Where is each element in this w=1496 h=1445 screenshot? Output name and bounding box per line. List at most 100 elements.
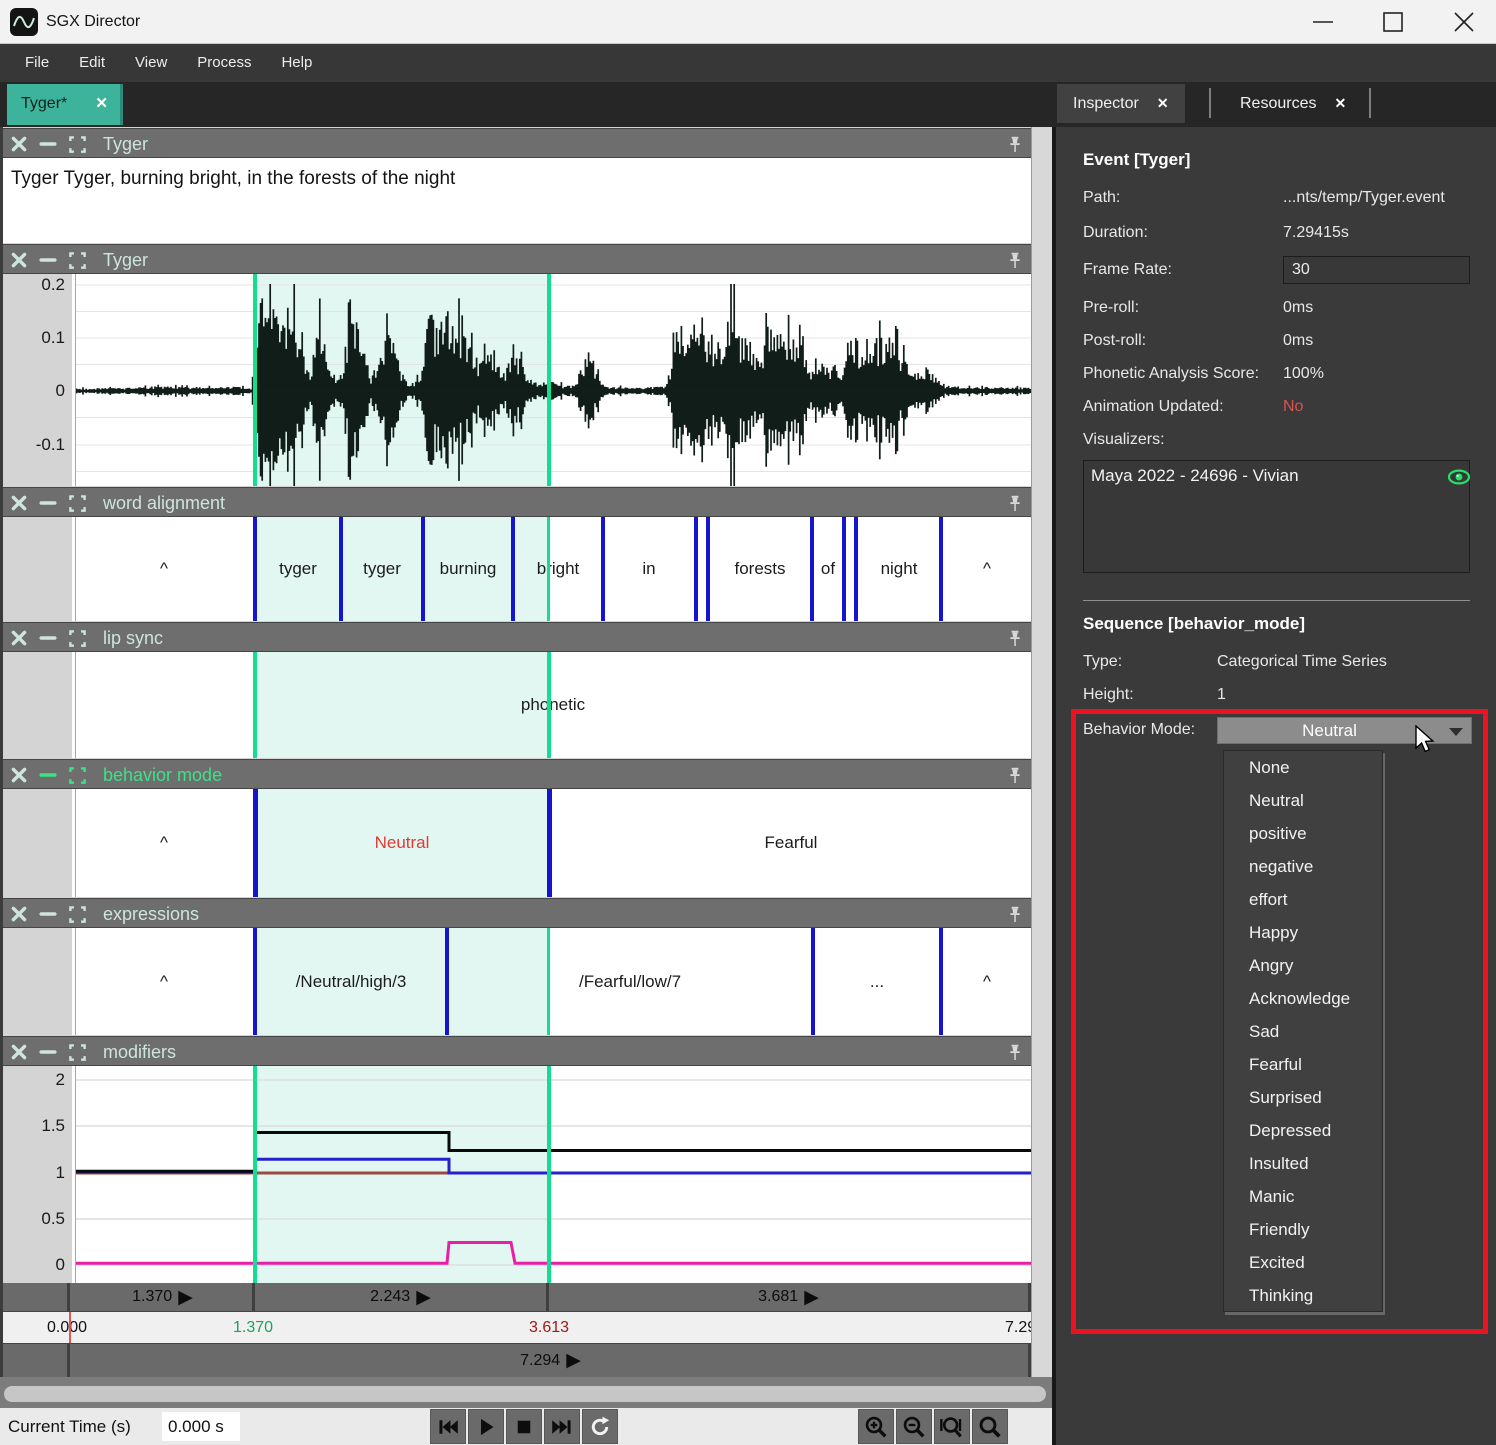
- play-button[interactable]: [468, 1409, 504, 1444]
- track-minimize-icon[interactable]: [37, 488, 59, 518]
- segment-play-icon[interactable]: ▶: [416, 1288, 431, 1307]
- segment-boundary-line[interactable]: [445, 928, 449, 1035]
- segment-boundary-line[interactable]: [339, 517, 343, 621]
- timeline-segment-row[interactable]: 1.370▶2.243▶3.681▶: [3, 1283, 1031, 1311]
- track-minimize-icon[interactable]: [37, 1037, 59, 1067]
- segment-boundary-line[interactable]: [511, 517, 515, 621]
- segment-boundary-line[interactable]: [810, 517, 814, 621]
- segment-boundary-line[interactable]: [601, 517, 605, 621]
- skip-start-button[interactable]: [430, 1409, 466, 1444]
- menu-help[interactable]: Help: [266, 44, 327, 82]
- segment-play-icon[interactable]: ▶: [804, 1288, 819, 1307]
- track-close-icon[interactable]: [9, 245, 29, 275]
- pin-icon[interactable]: [1005, 623, 1025, 653]
- menu-view[interactable]: View: [120, 44, 182, 82]
- segment-play-icon[interactable]: ▶: [566, 1351, 581, 1370]
- track-minimize-icon[interactable]: [37, 899, 59, 929]
- segment-boundary-line[interactable]: [421, 517, 425, 621]
- waveform-plot: [75, 274, 1031, 486]
- skip-end-button[interactable]: [544, 1409, 580, 1444]
- track-behavior-content[interactable]: ^NeutralFearful: [3, 789, 1031, 897]
- current-time-input[interactable]: [162, 1412, 240, 1441]
- segment-boundary-line[interactable]: [842, 517, 846, 621]
- property-value: 1: [1217, 686, 1226, 704]
- visibility-eye-icon[interactable]: [1447, 469, 1471, 485]
- window-title: SGX Director: [46, 0, 140, 44]
- segment-boundary-line[interactable]: [547, 789, 552, 897]
- segment-boundary-line[interactable]: [706, 517, 710, 621]
- track-expand-icon[interactable]: [67, 129, 88, 159]
- menu-file[interactable]: File: [10, 44, 64, 82]
- selection-end-line[interactable]: [547, 274, 551, 486]
- track-close-icon[interactable]: [9, 623, 29, 653]
- segment-boundary-line[interactable]: [253, 928, 257, 1035]
- selection-start-line[interactable]: [253, 274, 257, 486]
- horizontal-scrollbar-thumb[interactable]: [4, 1386, 1046, 1402]
- timeline-segment[interactable]: 2.243▶: [255, 1283, 549, 1311]
- segment-boundary-line[interactable]: [939, 517, 943, 621]
- horizontal-scrollbar[interactable]: [0, 1377, 1052, 1408]
- stop-button[interactable]: [506, 1409, 542, 1444]
- tab-inspector[interactable]: Inspector ✕: [1057, 84, 1185, 123]
- segment-play-icon[interactable]: ▶: [178, 1288, 193, 1307]
- pin-icon[interactable]: [1005, 899, 1025, 929]
- track-close-icon[interactable]: [9, 488, 29, 518]
- minimize-button[interactable]: [1300, 0, 1346, 44]
- menu-process[interactable]: Process: [182, 44, 266, 82]
- zoom-out-button[interactable]: [896, 1409, 932, 1444]
- track-close-icon[interactable]: [9, 1037, 29, 1067]
- track-expressions-content[interactable]: ^/Neutral/high/3/Fearful/low/7...^: [3, 928, 1031, 1035]
- track-expand-icon[interactable]: [67, 760, 88, 790]
- timeline-tick-row[interactable]: 0.0001.3703.6137.294: [3, 1311, 1031, 1344]
- track-lipsync-content[interactable]: phonetic: [3, 652, 1031, 758]
- track-expand-icon[interactable]: [67, 1037, 88, 1067]
- document-tab-tyger[interactable]: Tyger* ✕: [7, 84, 123, 125]
- maximize-button[interactable]: [1370, 0, 1416, 44]
- pin-icon[interactable]: [1005, 760, 1025, 790]
- segment-boundary-line[interactable]: [939, 928, 943, 1035]
- track-minimize-icon[interactable]: [37, 760, 59, 790]
- track-expand-icon[interactable]: [67, 899, 88, 929]
- segment-boundary-line[interactable]: [253, 789, 258, 897]
- timeline-full-row[interactable]: 7.294▶: [3, 1344, 1031, 1377]
- track-close-icon[interactable]: [9, 899, 29, 929]
- visualizer-item[interactable]: Maya 2022 - 24696 - Vivian: [1091, 466, 1299, 486]
- timeline-segment[interactable]: 1.370▶: [73, 1283, 255, 1311]
- zoom-all-button[interactable]: [972, 1409, 1008, 1444]
- inspector-tab-label: Inspector: [1073, 95, 1139, 112]
- pin-icon[interactable]: [1005, 129, 1025, 159]
- zoom-fit-button[interactable]: [934, 1409, 970, 1444]
- zoom-in-button[interactable]: [858, 1409, 894, 1444]
- frame-rate-input[interactable]: [1283, 256, 1470, 284]
- track-expand-icon[interactable]: [67, 623, 88, 653]
- segment-boundary-line[interactable]: [854, 517, 858, 621]
- pin-icon[interactable]: [1005, 488, 1025, 518]
- segment-boundary-line[interactable]: [694, 517, 698, 621]
- tab-resources[interactable]: Resources✕: [1224, 84, 1362, 123]
- track-text-content[interactable]: Tyger Tyger, burning bright, in the fore…: [3, 158, 1031, 243]
- timeline-segment[interactable]: 7.294▶: [73, 1344, 1031, 1377]
- resources-tab-close-icon[interactable]: ✕: [1334, 95, 1346, 111]
- menu-edit[interactable]: Edit: [64, 44, 120, 82]
- close-button[interactable]: [1441, 0, 1487, 44]
- track-minimize-icon[interactable]: [37, 245, 59, 275]
- track-expand-icon[interactable]: [67, 245, 88, 275]
- segment-boundary-line[interactable]: [253, 517, 257, 621]
- track-audio-content[interactable]: 0.20.10-0.1: [3, 274, 1031, 486]
- track-words-content[interactable]: ^tygertygerburningbrightinforestsofnight…: [3, 517, 1031, 621]
- track-expand-icon[interactable]: [67, 488, 88, 518]
- segment-boundary-line[interactable]: [811, 928, 815, 1035]
- pin-icon[interactable]: [1005, 245, 1025, 275]
- visualizers-list[interactable]: Maya 2022 - 24696 - Vivian: [1083, 460, 1470, 573]
- pin-icon[interactable]: [1005, 1037, 1025, 1067]
- track-minimize-icon[interactable]: [37, 129, 59, 159]
- track-minimize-icon[interactable]: [37, 623, 59, 653]
- vertical-scrollbar[interactable]: [1031, 127, 1052, 1377]
- timeline-segment[interactable]: 3.681▶: [549, 1283, 1031, 1311]
- track-close-icon[interactable]: [9, 129, 29, 159]
- track-modifiers-content[interactable]: 21.510.50: [3, 1066, 1031, 1283]
- loop-button[interactable]: [582, 1409, 618, 1444]
- tab-close-icon[interactable]: ✕: [95, 84, 108, 123]
- inspector-tab-close-icon[interactable]: ✕: [1157, 95, 1169, 111]
- track-close-icon[interactable]: [9, 760, 29, 790]
